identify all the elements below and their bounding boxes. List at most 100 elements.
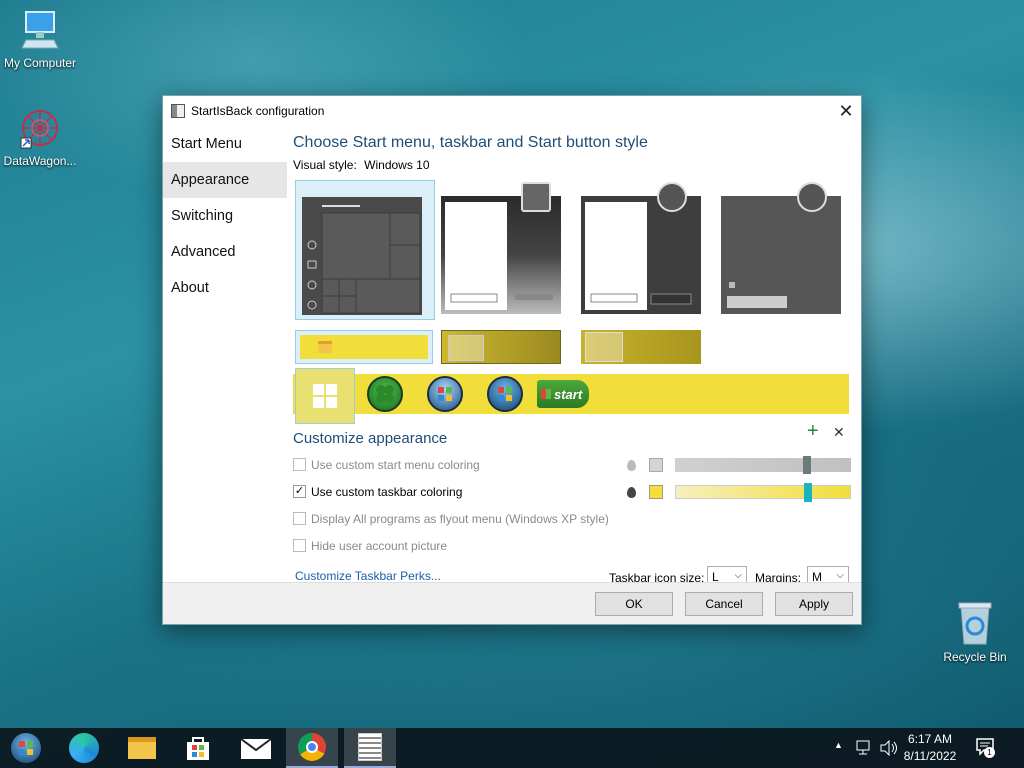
windows7-light-preview <box>441 196 561 314</box>
remove-color-button[interactable]: ✕ <box>833 424 845 441</box>
checkbox[interactable]: ✓ <box>293 485 306 498</box>
start-button-clover-orb[interactable] <box>367 376 403 412</box>
clover-icon <box>376 385 394 403</box>
tray-overflow-button[interactable]: ▲ <box>834 740 843 750</box>
sidebar-item-advanced[interactable]: Advanced <box>163 234 287 270</box>
clock-time: 6:17 AM <box>907 732 953 746</box>
taskbar-style-classic[interactable] <box>581 330 701 364</box>
store-bag-icon <box>187 737 209 760</box>
start-style-windows10-flat[interactable] <box>721 180 861 320</box>
start-button-windows7-orb[interactable] <box>487 376 523 412</box>
taskbar-store[interactable] <box>172 728 224 768</box>
start-button-vista-orb[interactable] <box>427 376 463 412</box>
windows-flag-icon <box>438 387 452 401</box>
ok-button[interactable]: OK <box>595 592 673 616</box>
taskbar-mail[interactable] <box>230 728 282 768</box>
window-title: StartIsBack configuration <box>191 104 325 118</box>
startisback-config-window: StartIsBack configuration ✕ Start Menu A… <box>162 95 862 625</box>
desktop-icon-my-computer[interactable]: My Computer <box>0 10 80 70</box>
startmenu-color-swatch[interactable] <box>649 458 663 472</box>
chevron-down-icon: ⌵ <box>836 570 844 581</box>
close-button[interactable]: ✕ <box>831 96 861 126</box>
edge-icon <box>69 733 99 763</box>
slider-thumb[interactable] <box>803 456 811 474</box>
customize-heading: Customize appearance <box>293 430 448 447</box>
start-button-windows10[interactable] <box>295 368 355 424</box>
windows10-menu-preview <box>302 197 422 315</box>
option-label: Display All programs as flyout menu (Win… <box>311 511 609 526</box>
dialog-footer: OK Cancel Apply <box>163 582 861 624</box>
network-sphere-icon <box>20 110 58 149</box>
mail-icon <box>240 738 272 759</box>
checkbox <box>293 539 306 552</box>
customize-section: Customize appearance + ✕ Use custom star… <box>293 420 851 599</box>
network-icon[interactable] <box>856 740 874 756</box>
checkbox[interactable] <box>293 458 306 471</box>
desktop-icon-datawagon[interactable]: DataWagon... <box>0 108 80 168</box>
user-avatar-icon <box>521 182 551 212</box>
chrome-icon <box>298 733 326 761</box>
start-orb-button[interactable] <box>0 728 52 768</box>
windows-orb-icon <box>10 732 42 764</box>
sidebar-item-appearance[interactable]: Appearance <box>163 162 287 198</box>
action-center-button[interactable]: 1 <box>976 738 996 758</box>
windows-flag-icon <box>498 387 512 401</box>
desktop-icon-label: DataWagon... <box>3 154 77 168</box>
windows-flag-icon <box>541 389 551 399</box>
system-clock[interactable]: 6:17 AM 8/11/2022 <box>900 731 960 765</box>
document-icon <box>358 733 382 761</box>
droplet-icon <box>627 460 636 471</box>
start-menu-styles <box>293 180 849 330</box>
visual-style-row: Visual style: Windows 10 <box>293 158 849 172</box>
startmenu-color-slider[interactable] <box>675 456 851 474</box>
sidebar-item-about[interactable]: About <box>163 270 287 306</box>
option-label: Use custom taskbar coloring <box>311 484 463 499</box>
start-style-windows7-dark[interactable] <box>581 180 721 320</box>
taskbar-startisback[interactable] <box>344 728 396 768</box>
desktop-icon-label: Recycle Bin <box>943 650 1007 664</box>
taskbar-color-slider[interactable] <box>675 483 851 502</box>
folder-icon <box>448 335 484 361</box>
folder-icon <box>128 737 156 759</box>
volume-icon[interactable] <box>879 740 899 756</box>
user-avatar-icon <box>797 182 827 212</box>
start-button-xp[interactable]: start <box>537 380 589 408</box>
start-style-windows7-light[interactable] <box>441 180 581 320</box>
taskbar: ▲ 6:17 AM 8/11/2022 1 <box>0 728 1024 768</box>
notification-badge: 1 <box>984 747 995 758</box>
apply-button[interactable]: Apply <box>775 592 853 616</box>
folder-icon <box>318 341 332 353</box>
sidebar-item-start-menu[interactable]: Start Menu <box>163 126 287 162</box>
title-bar: StartIsBack configuration ✕ <box>163 96 861 126</box>
sidebar-item-switching[interactable]: Switching <box>163 198 287 234</box>
droplet-icon <box>627 487 636 498</box>
windows-logo-icon <box>313 384 337 408</box>
sidebar: Start Menu Appearance Switching Advanced… <box>163 126 287 306</box>
visual-style-value: Windows 10 <box>364 158 430 172</box>
checkbox <box>293 512 306 525</box>
slider-thumb[interactable] <box>804 483 812 502</box>
desktop-icon-label: My Computer <box>3 56 77 70</box>
taskbar-color-swatch[interactable] <box>649 485 663 499</box>
desktop-icon-recycle-bin[interactable]: Recycle Bin <box>935 600 1015 664</box>
taskbar-file-explorer[interactable] <box>116 728 168 768</box>
taskbar-style-flat[interactable] <box>295 330 433 364</box>
windows7-dark-preview <box>581 196 701 314</box>
add-color-button[interactable]: + <box>807 420 819 443</box>
taskbar-chrome[interactable] <box>286 728 338 768</box>
folder-icon <box>585 332 623 362</box>
taskbar-style-aero[interactable] <box>441 330 561 364</box>
user-avatar-icon <box>657 182 687 212</box>
computer-icon <box>21 11 59 49</box>
taskbar-styles <box>293 330 849 366</box>
customize-taskbar-perks-link[interactable]: Customize Taskbar Perks... <box>295 569 441 583</box>
app-icon <box>171 104 185 118</box>
cancel-button[interactable]: Cancel <box>685 592 763 616</box>
clock-date: 8/11/2022 <box>903 749 957 763</box>
start-style-windows10[interactable] <box>295 180 435 320</box>
chevron-down-icon: ⌵ <box>734 570 742 581</box>
recycle-bin-icon <box>958 602 992 645</box>
start-button-styles: start <box>293 368 849 424</box>
appearance-panel: Choose Start menu, taskbar and Start but… <box>293 126 851 599</box>
taskbar-edge[interactable] <box>58 728 110 768</box>
